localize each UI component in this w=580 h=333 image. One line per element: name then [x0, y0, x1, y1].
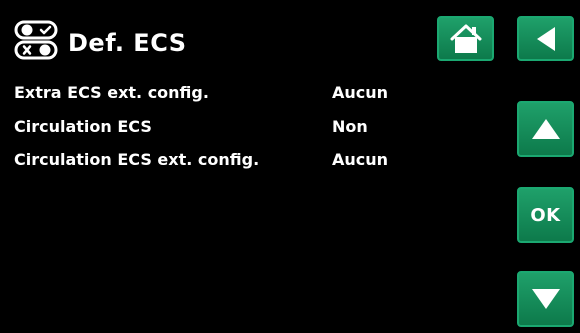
row-label: Circulation ECS: [14, 116, 152, 136]
list-item[interactable]: Circulation ECS ext. config. Aucun: [14, 146, 414, 172]
home-icon: [450, 24, 481, 53]
row-label: Extra ECS ext. config.: [14, 82, 209, 102]
home-button[interactable]: [437, 16, 494, 61]
scroll-down-button[interactable]: [517, 271, 574, 327]
ok-label: OK: [530, 204, 561, 226]
scroll-up-button[interactable]: [517, 101, 574, 157]
ok-button[interactable]: OK: [517, 187, 574, 243]
settings-toggle-icon: [14, 20, 58, 60]
row-value: Aucun: [332, 82, 389, 102]
back-button[interactable]: [517, 16, 574, 61]
screen: Def. ECS Extra ECS ext. config. Aucun Ci…: [0, 0, 580, 333]
row-value: Aucun: [332, 149, 389, 169]
page-title: Def. ECS: [68, 29, 187, 57]
list-item[interactable]: Extra ECS ext. config. Aucun: [14, 79, 414, 105]
down-arrow-icon: [531, 289, 560, 309]
back-arrow-icon: [536, 26, 555, 51]
row-value: Non: [332, 116, 368, 136]
row-label: Circulation ECS ext. config.: [14, 149, 260, 169]
up-arrow-icon: [531, 119, 560, 139]
header: Def. ECS: [14, 18, 187, 62]
list-item[interactable]: Circulation ECS Non: [14, 113, 414, 139]
